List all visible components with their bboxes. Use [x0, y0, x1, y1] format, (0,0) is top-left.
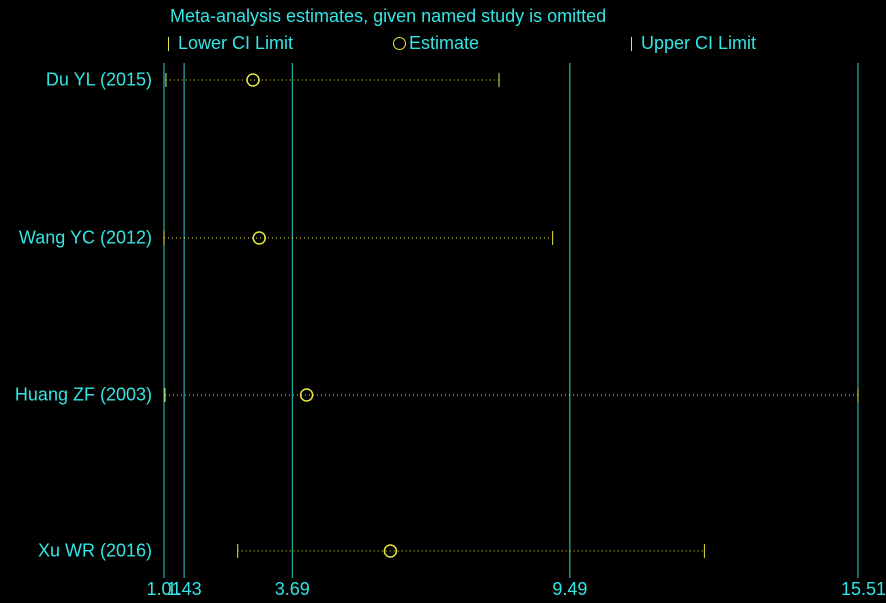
estimate-point-2	[299, 388, 314, 402]
study-label-2: Huang ZF (2003)	[14, 384, 152, 405]
x-tick-label-4: 15.51	[840, 579, 886, 599]
x-tick-label-3: 9.49	[552, 579, 588, 599]
study-label-0: Du YL (2015)	[45, 69, 152, 90]
forest-plot-figure: Meta-analysis estimates, given named stu…	[0, 0, 886, 603]
study-label-1: Wang YC (2012)	[18, 227, 152, 248]
x-tick-label-2: 3.69	[274, 579, 310, 599]
estimate-point-0	[246, 73, 260, 87]
study-label-3: Xu WR (2016)	[37, 540, 152, 561]
estimate-point-1	[252, 231, 266, 245]
x-tick-label-1: 1.43	[166, 579, 202, 599]
